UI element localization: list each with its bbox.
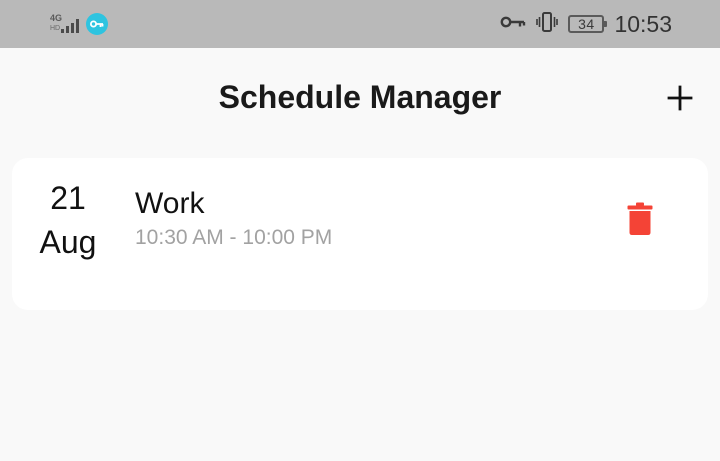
status-left-group: 4G HD <box>48 12 108 36</box>
schedule-card[interactable]: 21 Aug Work 10:30 AM - 10:00 PM <box>12 158 708 310</box>
schedule-date-month: Aug <box>39 224 97 260</box>
trash-icon <box>627 202 653 235</box>
key-icon <box>500 15 526 34</box>
schedule-title: Work <box>135 187 205 220</box>
signal-icon <box>61 19 79 33</box>
delete-schedule-button[interactable] <box>624 200 656 238</box>
network-sub-label: HD <box>50 25 61 32</box>
status-bar: 4G HD 34 10:53 <box>0 0 720 48</box>
plus-icon <box>667 85 693 111</box>
battery-level: 34 <box>578 16 595 32</box>
vpn-icon <box>86 13 108 35</box>
network-indicator: 4G HD <box>48 12 84 36</box>
page-title: Schedule Manager <box>218 79 502 115</box>
battery-icon: 34 <box>568 15 608 33</box>
add-schedule-button[interactable] <box>662 80 698 116</box>
status-right-group: 34 10:53 <box>500 10 672 38</box>
schedule-time-range: 10:30 AM - 10:00 PM <box>135 226 333 249</box>
status-clock: 10:53 <box>614 10 672 37</box>
schedule-date-day: 21 <box>50 180 86 216</box>
vibrate-icon <box>536 11 559 38</box>
app-header: Schedule Manager <box>0 48 720 144</box>
